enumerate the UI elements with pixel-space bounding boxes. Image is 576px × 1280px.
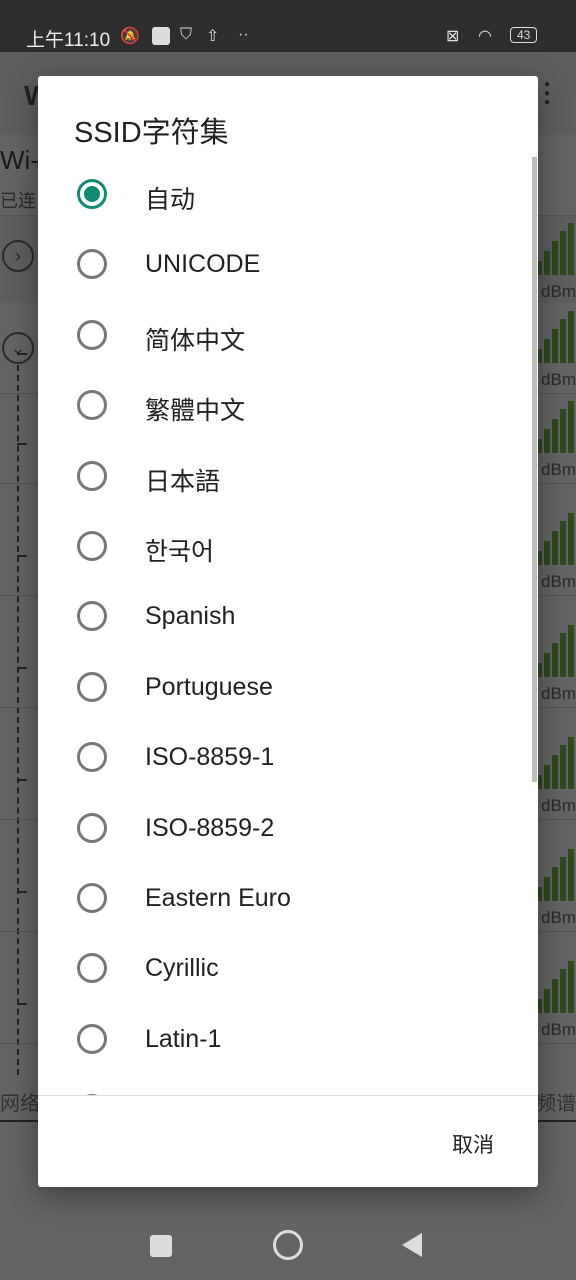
dbm-label: dBm (541, 460, 576, 479)
radio-unchecked-icon[interactable] (77, 531, 107, 561)
mute-icon: 🔕 (120, 28, 140, 45)
charset-option[interactable]: 繁體中文 (38, 369, 530, 439)
radio-unchecked-icon[interactable] (77, 953, 107, 984)
option-label: Cyrillic (145, 954, 219, 983)
option-label: Spanish (145, 602, 236, 631)
tree-tick (17, 667, 27, 669)
tree-tick (17, 443, 27, 445)
charset-option[interactable]: Cyrillic (38, 932, 530, 1002)
back-button[interactable] (402, 1233, 422, 1257)
signal-strength-icon (536, 401, 574, 453)
expand-icon: › (2, 240, 34, 272)
more-notifications-icon: ·· (238, 26, 249, 43)
charset-option[interactable]: 한국어 (38, 510, 530, 580)
sim-off-icon: ⊠ (446, 28, 460, 45)
charset-option[interactable]: Portuguese (38, 651, 530, 721)
overflow-menu-icon[interactable]: ● ● ● (544, 80, 550, 108)
tab-network: 网络 (0, 1093, 40, 1115)
radio-unchecked-icon[interactable] (77, 1023, 107, 1054)
radio-unchecked-icon[interactable] (77, 883, 107, 913)
cancel-button[interactable]: 取消 (452, 1129, 494, 1159)
charset-option[interactable]: 日本語 (38, 440, 530, 510)
signal-strength-icon (536, 849, 574, 901)
tab-spectrum: 频谱 (536, 1093, 576, 1115)
option-label: 日本語 (145, 467, 221, 496)
bg-section-title: Wi- (0, 145, 39, 175)
ssid-charset-dialog: SSID字符集 自动 UNICODE 简体中文繁體中文日本語 한국어 Spanish Po… (38, 76, 538, 1187)
signal-strength-icon (536, 223, 574, 275)
status-time: 上午11:10 (26, 30, 111, 51)
option-label: ISO-8859-1 (145, 743, 275, 772)
option-label: Latin-1 (145, 1024, 222, 1053)
collapse-icon: ⌄ (2, 332, 34, 364)
charset-option[interactable]: 自动 (38, 158, 530, 228)
option-label: 自动 (145, 186, 196, 214)
dbm-label: dBm (541, 282, 576, 301)
tree-tick (17, 779, 27, 781)
option-label: ISO-8859-2 (145, 813, 275, 842)
radio-unchecked-icon[interactable] (77, 249, 107, 280)
wifi-icon: ◠ (478, 28, 492, 45)
signal-strength-icon (536, 961, 574, 1013)
dbm-label: dBm (541, 908, 576, 927)
charset-option[interactable]: UNICODE (38, 228, 530, 298)
radio-unchecked-icon[interactable] (77, 812, 107, 843)
charset-option[interactable]: Spanish (38, 580, 530, 650)
charset-options-list[interactable]: 自动 UNICODE 简体中文繁體中文日本語 한국어 Spanish Portuguese… (38, 158, 538, 1095)
option-label: 简体中文 (145, 326, 246, 355)
app-notification-icon (152, 27, 170, 45)
status-bar: 上午11:10 🔕 ⛉ ⇧ ·· ⊠ ◠ 43 (0, 0, 576, 52)
tree-tick (17, 353, 27, 355)
home-button[interactable] (273, 1230, 303, 1260)
option-label: 繁體中文 (145, 397, 246, 426)
signal-strength-icon (536, 311, 574, 363)
dbm-label: dBm (541, 572, 576, 591)
signal-strength-icon (536, 737, 574, 789)
charset-option[interactable]: 简体中文 (38, 299, 530, 369)
signal-strength-icon (536, 513, 574, 565)
charset-option[interactable] (38, 1073, 530, 1095)
dbm-label: dBm (541, 796, 576, 815)
dbm-label: dBm (541, 1020, 576, 1039)
option-label: 한국어 (145, 538, 215, 566)
tree-tick (17, 1003, 27, 1005)
tree-tick (17, 891, 27, 893)
option-label: UNICODE (145, 250, 261, 279)
radio-unchecked-icon[interactable] (77, 601, 107, 632)
radio-unchecked-icon[interactable] (77, 460, 107, 491)
dbm-label: dBm (541, 370, 576, 389)
radio-unchecked-icon[interactable] (77, 742, 107, 773)
option-label: Eastern Euro (145, 884, 291, 912)
charset-option[interactable]: Latin-1 (38, 1003, 530, 1073)
charset-option[interactable]: ISO-8859-2 (38, 792, 530, 862)
dialog-title: SSID字符集 (74, 117, 229, 149)
radio-unchecked-icon[interactable] (77, 671, 107, 702)
scrollbar[interactable] (532, 157, 537, 782)
charset-option[interactable]: ISO-8859-1 (38, 721, 530, 791)
upload-icon: ⇧ (206, 28, 220, 45)
radio-unchecked-icon[interactable] (77, 319, 107, 350)
radio-checked-icon[interactable] (77, 179, 107, 209)
footer-divider (38, 1095, 538, 1096)
recents-button[interactable] (150, 1235, 172, 1257)
charset-option[interactable]: Eastern Euro (38, 862, 530, 932)
tree-line (17, 365, 19, 1075)
shield-icon: ⛉ (180, 26, 193, 43)
signal-strength-icon (536, 625, 574, 677)
radio-unchecked-icon[interactable] (77, 390, 107, 421)
bg-section-sub: 已连 (0, 191, 36, 211)
battery-icon: 43 (510, 27, 538, 43)
option-label: Portuguese (145, 672, 273, 701)
dbm-label: dBm (541, 684, 576, 703)
tree-tick (17, 555, 27, 557)
